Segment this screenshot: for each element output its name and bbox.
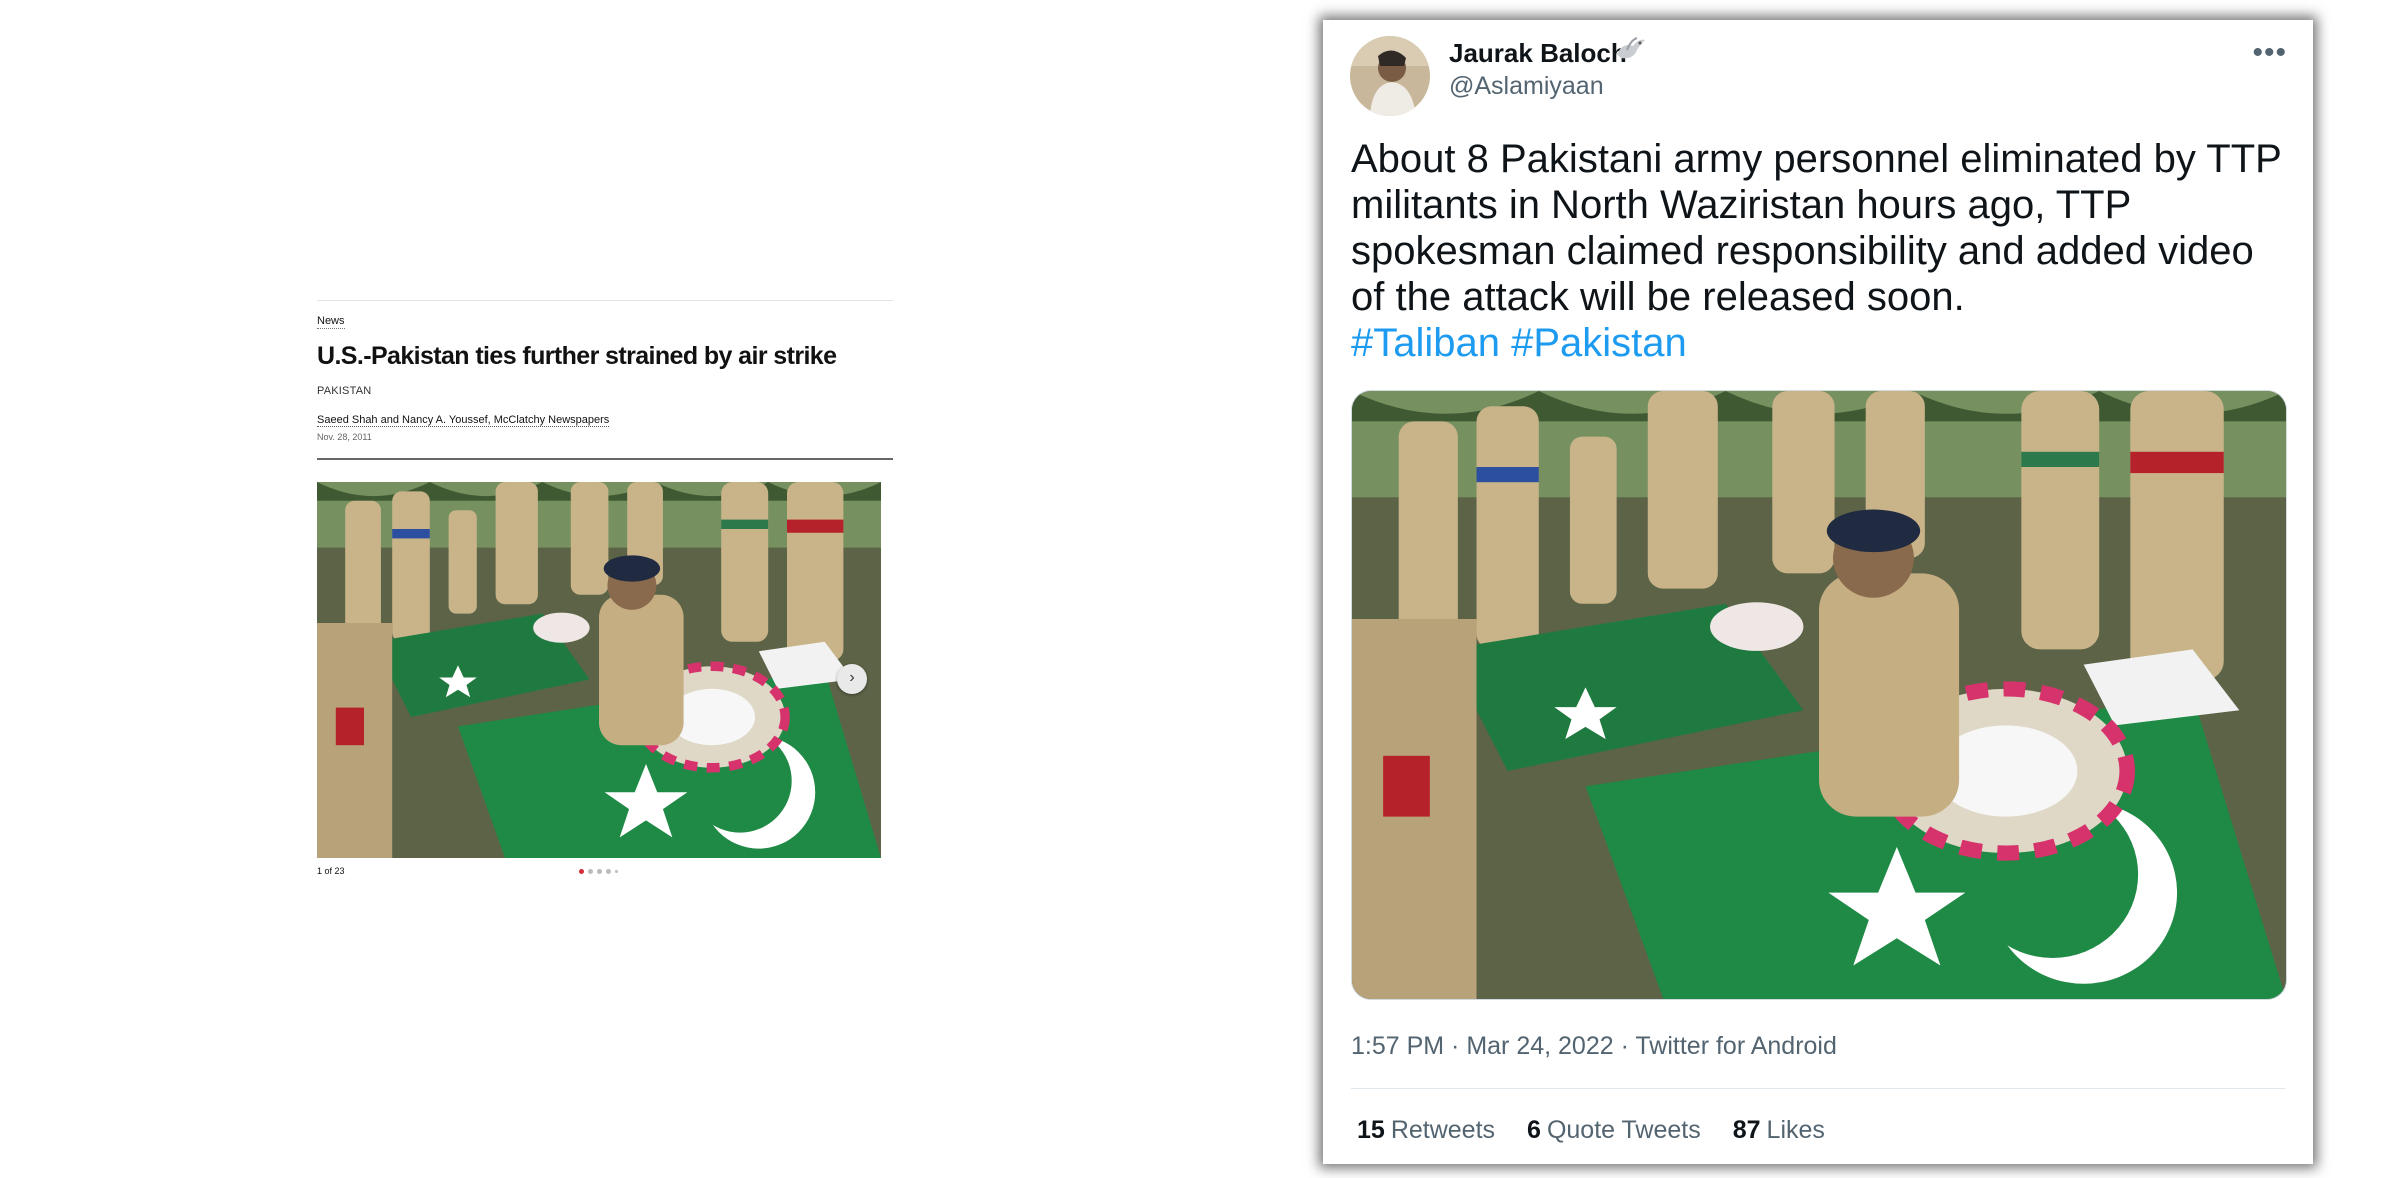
likes-stat[interactable]: 87 Likes bbox=[1733, 1116, 1825, 1145]
likes-count: 87 bbox=[1732, 1116, 1761, 1144]
retweets-stat[interactable]: 15 Retweets bbox=[1357, 1116, 1495, 1145]
avatar[interactable] bbox=[1350, 36, 1430, 116]
tweet-body: About 8 Pakistani army personnel elimina… bbox=[1351, 137, 2282, 319]
gallery-dot[interactable] bbox=[606, 869, 611, 874]
section-link[interactable]: News bbox=[317, 315, 345, 329]
tweet-stats: 15 Retweets 6 Quote Tweets 87 Likes bbox=[1357, 1116, 1825, 1145]
tweet-image bbox=[1352, 391, 2286, 999]
divider bbox=[317, 458, 893, 460]
retweets-count: 15 bbox=[1357, 1116, 1385, 1144]
tweet-timestamp[interactable]: 1:57 PM · Mar 24, 2022 · Twitter for And… bbox=[1351, 1032, 1837, 1061]
article-headline: U.S.-Pakistan ties further strained by a… bbox=[317, 342, 837, 370]
hashtag-links[interactable]: #Taliban #Pakistan bbox=[1351, 321, 1687, 365]
article-byline: Saeed Shah and Nancy A. Youssef, McClatc… bbox=[317, 414, 893, 427]
divider bbox=[317, 300, 893, 301]
gallery-dot[interactable] bbox=[597, 869, 602, 874]
article-date: Nov. 28, 2011 bbox=[317, 432, 372, 442]
tweet-text: About 8 Pakistani army personnel elimina… bbox=[1351, 136, 2291, 366]
gallery-dot[interactable] bbox=[615, 870, 618, 873]
gallery-dot[interactable] bbox=[579, 869, 584, 874]
gallery-counter: 1 of 23 bbox=[317, 866, 345, 876]
tweet-media[interactable] bbox=[1351, 390, 2287, 1000]
chevron-right-icon: › bbox=[849, 669, 855, 686]
quote-tweets-stat[interactable]: 6 Quote Tweets bbox=[1527, 1116, 1701, 1145]
gallery-photo[interactable]: › bbox=[317, 482, 881, 858]
divider bbox=[1351, 1088, 2285, 1089]
gallery-controls: 1 of 23 bbox=[317, 866, 881, 886]
retweets-label: Retweets bbox=[1390, 1116, 1496, 1144]
gallery-next-button[interactable]: › bbox=[837, 664, 867, 694]
gallery-pagination bbox=[579, 869, 618, 874]
author-handle[interactable]: @Aslamiyaan bbox=[1449, 72, 1604, 101]
byline-link[interactable]: Saeed Shah and Nancy A. Youssef, McClatc… bbox=[317, 414, 610, 427]
likes-label: Likes bbox=[1766, 1116, 1825, 1144]
quote-tweets-count: 6 bbox=[1527, 1116, 1541, 1144]
news-article: News U.S.-Pakistan ties further strained… bbox=[317, 300, 893, 886]
gallery-dot[interactable] bbox=[588, 869, 593, 874]
author-name[interactable]: Jaurak Baloch bbox=[1449, 38, 1627, 69]
article-kicker: PAKISTAN bbox=[317, 385, 372, 397]
quote-tweets-label: Quote Tweets bbox=[1546, 1116, 1701, 1144]
tweet-card: Jaurak Baloch @Aslamiyaan ••• About 8 Pa… bbox=[1323, 20, 2313, 1164]
dove-icon bbox=[1613, 36, 1647, 71]
gallery-image bbox=[317, 482, 881, 858]
more-horizontal-icon: ••• bbox=[2252, 36, 2287, 69]
more-button[interactable]: ••• bbox=[2252, 36, 2287, 70]
